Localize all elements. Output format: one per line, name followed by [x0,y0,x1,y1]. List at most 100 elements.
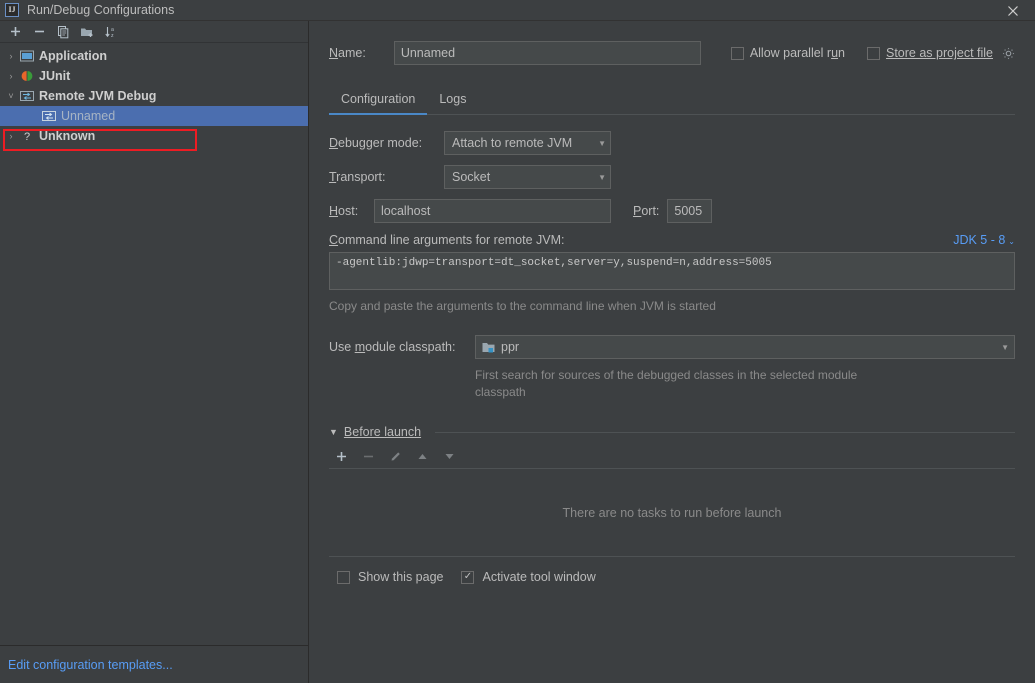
store-as-project-file-label: Store as project file [886,46,993,60]
jdk-version-selector[interactable]: JDK 5 - 8 ⌄ [953,233,1015,247]
before-launch-header[interactable]: ▼ Before launch [329,425,1015,439]
folder-add-icon[interactable] [76,22,98,42]
intellij-idea-logo-icon: IJ [5,3,19,17]
unknown-icon: ? [18,129,35,143]
chevron-down-icon[interactable]: ˅ [4,91,18,101]
dialog-body: a z › Application › JUnit ˅ Remote JVM D… [0,21,1035,683]
chevron-right-icon[interactable]: › [4,51,18,61]
host-port-row: Host: localhost Port: 5005 [329,199,1015,223]
allow-parallel-run-checkbox[interactable]: Allow parallel run [730,46,845,60]
chevron-down-icon[interactable]: ▼ [1001,343,1009,352]
top-options-group: Allow parallel run Store as project file [730,46,1015,60]
minus-icon[interactable] [28,22,50,42]
chevron-down-icon[interactable]: ▼ [584,173,606,182]
application-icon [18,49,35,63]
transport-select[interactable]: Socket ▼ [444,165,611,189]
command-line-hint: Copy and paste the arguments to the comm… [329,299,716,313]
show-this-page-label: Show this page [358,570,444,584]
run-debug-configurations-dialog: IJ Run/Debug Configurations a z › Applic… [0,0,1035,683]
plus-icon[interactable] [329,446,353,468]
remote-jvm-debug-icon [40,109,57,123]
title-bar: IJ Run/Debug Configurations [0,0,1035,21]
host-label: Host: [329,204,359,218]
configurations-tree: › Application › JUnit ˅ Remote JVM Debug… [0,43,308,645]
debugger-mode-value: Attach to remote JVM [452,136,573,150]
checkbox-box[interactable] [867,46,880,60]
configuration-panel: Name: Unnamed Allow parallel run Store a… [309,21,1035,683]
tree-item-application[interactable]: › Application [0,46,308,66]
sort-alphabetical-icon[interactable]: a z [100,22,122,42]
module-classpath-row: Use module classpath: ppr ▼ [329,335,1015,359]
port-input[interactable]: 5005 [667,199,713,223]
sidebar-footer: Edit configuration templates... [0,645,308,683]
arrow-up-icon[interactable] [410,446,434,468]
module-classpath-hint: First search for sources of the debugged… [475,368,858,399]
activate-tool-window-label: Activate tool window [482,570,596,584]
before-launch-task-list[interactable]: There are no tasks to run before launch [329,469,1015,557]
sidebar-toolbar: a z [0,21,308,43]
tree-item-unknown[interactable]: › ? Unknown [0,126,308,146]
command-line-label: Command line arguments for remote JVM: [329,233,565,247]
configurations-sidebar: a z › Application › JUnit ˅ Remote JVM D… [0,21,309,683]
name-label: Name: [329,46,366,60]
divider [435,431,1015,433]
junit-icon [18,69,35,83]
debugger-mode-label: Debugger mode: [329,136,423,150]
edit-configuration-templates-link[interactable]: Edit configuration templates... [8,658,173,672]
configuration-content: Name: Unnamed Allow parallel run Store a… [309,21,1035,683]
host-input[interactable]: localhost [374,199,611,223]
configuration-form: Debugger mode: Attach to remote JVM ▼ Tr… [329,115,1015,584]
before-launch-empty-text: There are no tasks to run before launch [562,505,782,520]
close-icon[interactable] [991,0,1035,21]
allow-parallel-run-label: Allow parallel run [749,46,845,60]
tree-item-label: Unnamed [61,109,116,123]
plus-icon[interactable] [4,22,26,42]
name-row: Name: Unnamed Allow parallel run Store a… [329,41,1015,65]
arrow-down-icon[interactable] [437,446,461,468]
svg-text:?: ? [24,131,30,142]
triangle-down-icon[interactable]: ▼ [329,427,338,437]
remote-jvm-debug-icon [18,89,35,103]
minus-icon[interactable] [356,446,380,468]
show-this-page-checkbox[interactable] [337,570,350,584]
checkbox-box[interactable] [730,46,744,60]
module-classpath-label: Use module classpath: [329,340,456,354]
before-launch-toolbar [329,445,1015,469]
before-launch-title: Before launch [343,425,422,439]
tree-item-label: Application [39,49,108,63]
command-line-arguments-field[interactable]: -agentlib:jdwp=transport=dt_socket,serve… [329,252,1015,290]
port-label: Port: [633,204,660,218]
activate-tool-window-checkbox[interactable]: ✓ [461,570,475,584]
tree-item-label: Unknown [39,129,96,143]
module-classpath-select[interactable]: ppr ▼ [475,335,1015,359]
before-launch-options: Show this page ✓ Activate tool window [329,557,1015,584]
transport-value: Socket [452,170,491,184]
transport-row: Transport: Socket ▼ [329,165,1015,189]
tree-item-label: Remote JVM Debug [39,89,157,103]
configuration-tabs: Configuration Logs [329,87,1015,115]
chevron-down-icon[interactable]: ⌄ [1008,237,1015,246]
chevron-down-icon[interactable]: ▼ [584,139,606,148]
module-classpath-value: ppr [501,340,520,354]
debugger-mode-select[interactable]: Attach to remote JVM ▼ [444,131,611,155]
module-icon [482,341,496,354]
chevron-right-icon[interactable]: › [4,131,18,141]
name-input[interactable]: Unnamed [393,41,701,65]
tree-item-label: JUnit [39,69,71,83]
svg-text:z: z [111,33,114,39]
debugger-mode-row: Debugger mode: Attach to remote JVM ▼ [329,131,1015,155]
jdk-version-label: JDK 5 - 8 [953,233,1006,247]
chevron-right-icon[interactable]: › [4,71,18,81]
window-title: Run/Debug Configurations [27,3,175,17]
copy-icon[interactable] [52,22,74,42]
tree-item-remote-jvm-debug[interactable]: ˅ Remote JVM Debug [0,86,308,106]
before-launch-section: ▼ Before launch There are no tasks to ru… [329,425,1015,584]
pencil-icon[interactable] [383,446,407,468]
tab-logs[interactable]: Logs [427,87,478,114]
store-as-project-file-checkbox[interactable]: Store as project file [867,46,1015,60]
tree-item-junit[interactable]: › JUnit [0,66,308,86]
tab-configuration[interactable]: Configuration [329,87,428,115]
tree-item-unnamed[interactable]: Unnamed [0,106,308,126]
gear-icon[interactable] [1002,47,1015,60]
transport-label: Transport: [329,170,386,184]
